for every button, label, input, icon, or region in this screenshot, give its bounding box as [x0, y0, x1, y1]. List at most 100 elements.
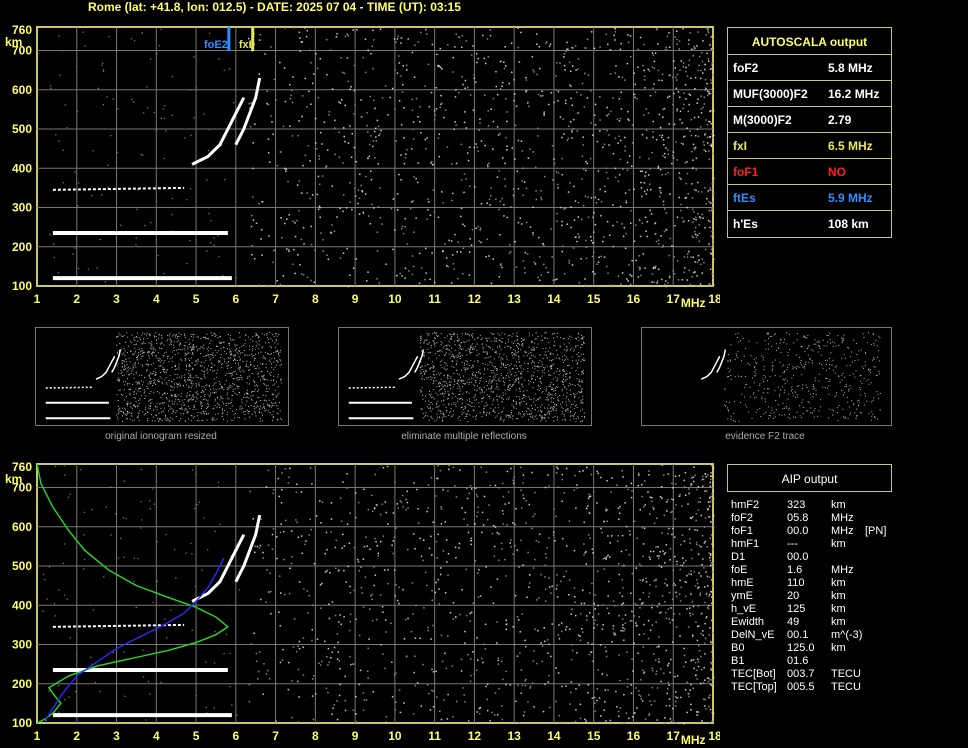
thumb-noise — [190, 399, 192, 401]
thumb-noise — [440, 333, 442, 335]
thumb-noise — [792, 395, 794, 397]
thumb-noise — [119, 389, 121, 391]
thumb-noise — [460, 381, 462, 383]
thumb-noise — [520, 372, 522, 374]
thumb-noise — [767, 332, 769, 334]
thumb-noise — [187, 348, 189, 350]
thumb-noise — [268, 342, 270, 344]
thumb-noise — [440, 413, 442, 415]
thumb-noise — [477, 361, 479, 363]
thumb-noise — [142, 341, 144, 343]
x-axis-label: MHz — [681, 296, 706, 310]
thumb-noise — [453, 372, 455, 374]
thumb-noise — [732, 420, 734, 422]
thumb-noise — [868, 412, 870, 414]
thumb-noise — [535, 365, 537, 367]
thumb-noise — [448, 398, 450, 400]
thumb-noise — [856, 415, 858, 417]
thumb-noise — [212, 355, 214, 357]
thumbnail-caption-eliminate: eliminate multiple reflections — [401, 431, 527, 442]
thumb-noise — [563, 414, 565, 416]
thumb-noise — [831, 364, 833, 366]
thumb-noise — [545, 388, 547, 390]
thumb-noise — [749, 364, 751, 366]
thumb-noise — [146, 363, 148, 365]
thumb-noise — [444, 385, 446, 387]
thumb-noise — [515, 378, 517, 380]
thumb-noise — [129, 361, 131, 363]
thumb-noise — [811, 412, 813, 414]
thumb-noise — [265, 351, 267, 353]
thumb-noise — [261, 347, 263, 349]
thumb-noise — [564, 386, 566, 388]
thumb-noise — [171, 403, 173, 405]
thumb-noise — [856, 408, 858, 410]
thumb-noise — [516, 377, 518, 379]
thumb-noise — [495, 388, 497, 390]
thumb-noise — [272, 402, 274, 404]
thumb-noise — [508, 396, 510, 398]
thumb-noise — [827, 341, 829, 343]
thumb-noise — [494, 407, 496, 409]
thumb-noise — [492, 333, 494, 335]
thumb-noise — [489, 362, 491, 364]
thumb-noise — [192, 396, 194, 398]
thumb-noise — [775, 333, 777, 335]
thumb-noise — [175, 394, 177, 396]
thumb-noise — [263, 334, 265, 336]
thumb-noise — [566, 373, 568, 375]
thumb-noise — [186, 353, 188, 355]
thumb-noise — [237, 387, 239, 389]
thumb-noise — [431, 367, 433, 369]
thumb-noise — [520, 413, 522, 415]
thumb-noise — [872, 332, 874, 334]
thumb-noise — [429, 408, 431, 410]
thumb-noise — [486, 354, 488, 356]
thumb-noise — [229, 402, 231, 404]
thumb-noise — [166, 417, 168, 419]
thumb-noise — [754, 397, 756, 399]
thumb-noise — [496, 374, 498, 376]
thumb-noise — [117, 335, 119, 337]
thumb-noise — [550, 401, 552, 403]
thumb-noise — [873, 344, 875, 346]
thumb-noise — [158, 381, 160, 383]
thumb-noise — [460, 345, 462, 347]
thumb-noise — [442, 380, 444, 382]
thumb-noise — [155, 332, 157, 334]
thumb-noise — [456, 369, 458, 371]
thumb-noise — [855, 342, 857, 344]
thumb-noise — [822, 367, 824, 369]
thumb-noise — [819, 399, 821, 401]
thumb-noise — [169, 406, 171, 408]
thumb-noise — [262, 363, 264, 365]
thumb-noise — [192, 336, 194, 338]
thumb-noise — [216, 418, 218, 420]
thumb-noise — [181, 393, 183, 395]
thumb-noise — [178, 368, 180, 370]
thumb-noise — [476, 343, 478, 345]
thumb-noise — [173, 341, 175, 343]
thumb-noise — [566, 404, 568, 406]
thumb-noise — [188, 399, 190, 401]
thumb-noise — [117, 377, 119, 379]
thumb-noise — [532, 341, 534, 343]
thumb-noise — [814, 380, 816, 382]
thumb-noise — [420, 408, 422, 410]
thumb-noise — [179, 385, 181, 387]
thumb-noise — [447, 374, 449, 376]
thumb-noise — [187, 405, 189, 407]
thumb-noise — [500, 348, 502, 350]
thumb-noise — [278, 355, 280, 357]
thumb-noise — [156, 406, 158, 408]
thumb-noise — [148, 375, 150, 377]
thumb-noise — [483, 386, 485, 388]
thumb-noise — [279, 351, 281, 353]
thumb-noise — [500, 341, 502, 343]
thumb-noise — [137, 354, 139, 356]
thumb-noise — [143, 392, 145, 394]
thumb-noise — [167, 419, 169, 421]
thumb-noise — [117, 410, 119, 412]
thumb-noise — [487, 368, 489, 370]
thumb-noise — [227, 364, 229, 366]
